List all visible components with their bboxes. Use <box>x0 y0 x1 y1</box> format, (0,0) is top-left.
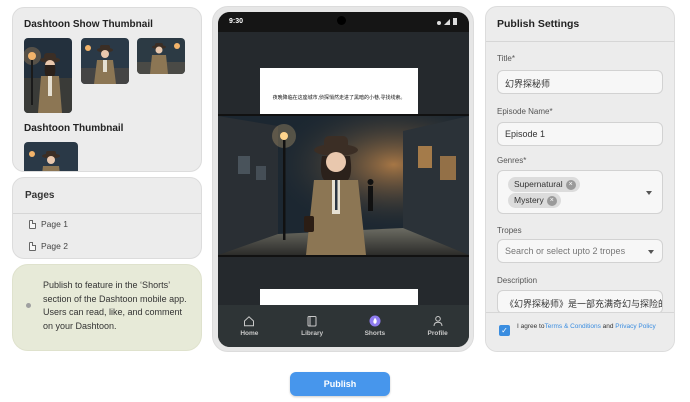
title-label: Title* <box>497 54 515 63</box>
comic-panel-image <box>218 114 469 257</box>
dashtoon-thumbnail-title: Dashtoon Thumbnail <box>24 123 124 134</box>
genre-chip-label: Mystery <box>514 195 544 205</box>
settings-divider <box>486 41 674 42</box>
agreement-text: I agree toTerms & Conditions and Privacy… <box>517 322 667 332</box>
signal-icons <box>437 18 457 25</box>
tropes-label: Tropes <box>497 226 522 235</box>
nav-profile-label: Profile <box>427 330 448 337</box>
library-icon <box>307 316 317 327</box>
agree-and: and <box>600 323 616 330</box>
nav-library-label: Library <box>301 330 324 337</box>
genre-chip-supernatural[interactable]: Supernatural × <box>508 177 580 192</box>
nav-profile[interactable]: Profile <box>413 315 463 337</box>
page-item-label: Page 2 <box>41 241 68 251</box>
status-bar: 9:30 <box>218 12 469 32</box>
agreement-row: ✓ I agree toTerms & Conditions and Priva… <box>486 312 674 351</box>
agree-checkbox[interactable]: ✓ <box>499 325 510 336</box>
episode-name-input[interactable]: Episode 1 <box>497 122 663 146</box>
dashtoon-thumbnail[interactable] <box>24 142 78 171</box>
page-item-label: Page 1 <box>41 219 68 229</box>
agree-prefix: I agree to <box>517 323 545 330</box>
status-time: 9:30 <box>229 18 244 25</box>
show-thumbnail-wide[interactable] <box>137 38 185 74</box>
publish-settings-panel: Publish Settings Title* 幻界探秘师 Episode Na… <box>485 6 675 352</box>
nav-shorts-label: Shorts <box>364 330 386 337</box>
genre-chip-mystery[interactable]: Mystery × <box>508 193 561 208</box>
genres-select[interactable]: Supernatural × Mystery × <box>497 170 663 214</box>
remove-chip-icon[interactable]: × <box>565 179 576 190</box>
page-item-1[interactable]: Page 1 <box>29 219 68 229</box>
nav-library[interactable]: Library <box>287 315 337 337</box>
pages-title: Pages <box>25 190 55 201</box>
home-icon <box>244 316 255 327</box>
info-bullet-icon <box>26 303 31 308</box>
chevron-down-icon <box>646 191 652 195</box>
genre-chip-label: Supernatural <box>514 179 563 189</box>
shorts-info-panel: Publish to feature in the ‘Shorts’ secti… <box>12 264 202 351</box>
phone-preview: 9:30 夜晚降临在这座城市,侦探悄然走进了黑暗的小巷,寻找线索。 Home L… <box>212 6 474 352</box>
shorts-info-text: Publish to feature in the ‘Shorts’ secti… <box>43 280 187 331</box>
nav-home[interactable]: Home <box>224 315 274 337</box>
publish-button[interactable]: Publish <box>290 372 390 396</box>
camera-icon <box>337 16 346 25</box>
nav-shorts[interactable]: Shorts <box>350 315 400 337</box>
show-thumbnail-square[interactable] <box>81 38 129 84</box>
thumbnail-panel: Dashtoon Show Thumbnail Dashtoon Thumbna… <box>12 7 202 172</box>
chevron-down-icon <box>648 250 654 254</box>
show-thumbnail-title: Dashtoon Show Thumbnail <box>24 19 153 30</box>
bottom-nav: Home Library Shorts Profile <box>218 305 469 347</box>
pages-panel: Pages Page 1 Page 2 <box>12 177 202 259</box>
shorts-icon <box>369 315 381 327</box>
privacy-link[interactable]: Privacy Policy <box>615 323 655 330</box>
profile-icon <box>433 316 443 327</box>
terms-link[interactable]: Terms & Conditions <box>544 323 600 330</box>
description-input[interactable]: 《幻界探秘师》是一部充满奇幻与探险的 <box>497 290 663 314</box>
page-icon <box>29 241 36 251</box>
show-thumbnail-portrait[interactable] <box>24 38 72 113</box>
page-icon <box>29 219 36 229</box>
description-label: Description <box>497 276 538 285</box>
remove-chip-icon[interactable]: × <box>546 195 557 206</box>
nav-home-label: Home <box>240 330 259 337</box>
genres-label: Genres* <box>497 156 527 165</box>
episode-name-label: Episode Name* <box>497 107 553 116</box>
phone-screen: 9:30 夜晚降临在这座城市,侦探悄然走进了黑暗的小巷,寻找线索。 Home L… <box>218 12 469 347</box>
publish-settings-title: Publish Settings <box>497 18 580 30</box>
pages-divider <box>13 213 201 214</box>
title-input[interactable]: 幻界探秘师 <box>497 70 663 94</box>
comic-strip: 夜晚降临在这座城市,侦探悄然走进了黑暗的小巷,寻找线索。 <box>218 32 469 314</box>
page-item-2[interactable]: Page 2 <box>29 241 68 251</box>
tropes-select[interactable]: Search or select upto 2 tropes <box>497 239 663 263</box>
